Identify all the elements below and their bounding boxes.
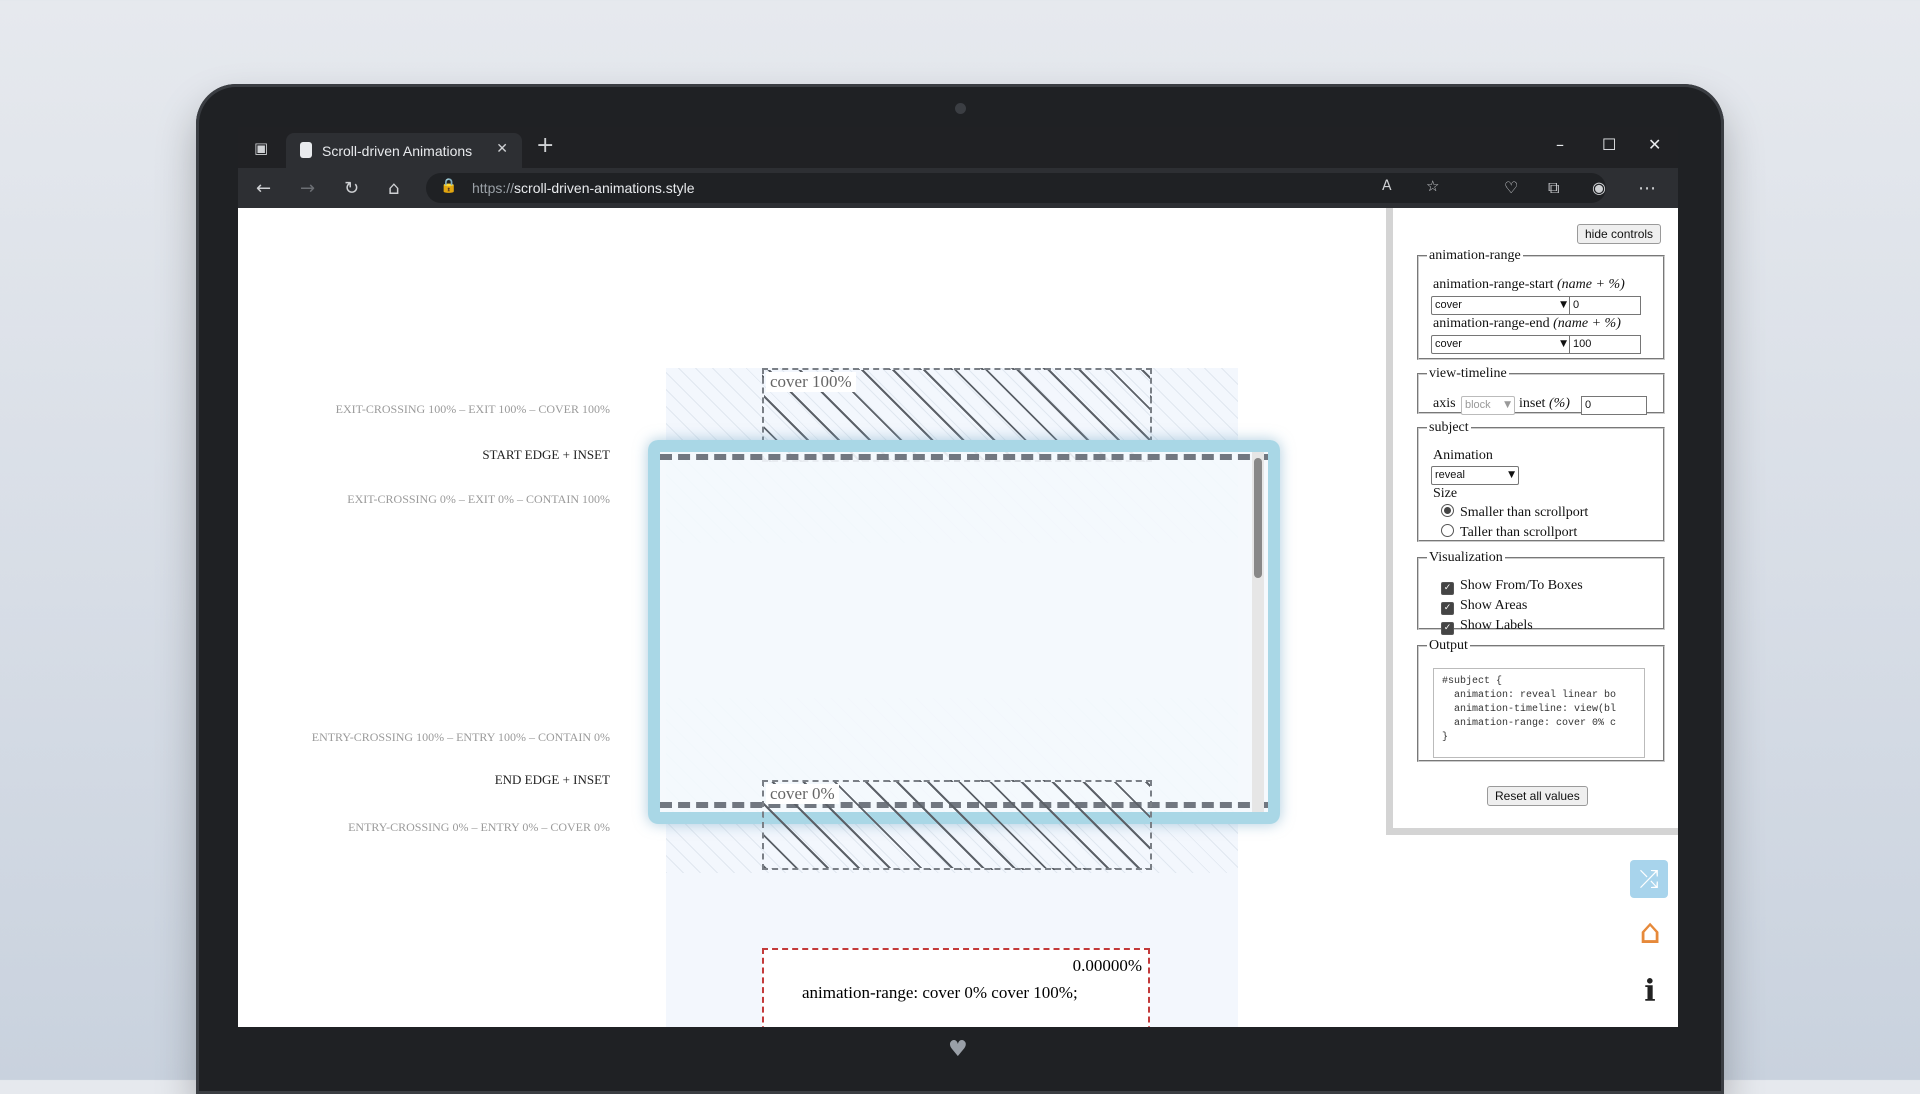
extensions-icon[interactable]: ⧉ — [1548, 178, 1559, 198]
shuffle-icon[interactable]: ⤮ — [1630, 860, 1668, 898]
axis-label: axis — [1433, 396, 1456, 411]
browser-navbar: ← → ↻ ⌂ 🔒 https://scroll-driven-animatio… — [238, 168, 1678, 208]
output-code[interactable]: #subject { animation: reveal linear bo a… — [1433, 668, 1645, 758]
favorites-icon[interactable]: ☆ — [1426, 177, 1439, 195]
chevron-down-icon: ▼ — [1560, 300, 1567, 310]
range-end-value-input[interactable]: 100 — [1569, 335, 1641, 354]
radio-unselected[interactable] — [1441, 524, 1454, 537]
more-icon[interactable]: ⋯ — [1638, 178, 1656, 199]
progress-value: 0.00000% — [1072, 956, 1142, 975]
start-edge-line — [660, 454, 1268, 460]
radio-selected[interactable] — [1441, 504, 1454, 517]
checkbox-checked-icon[interactable]: ✓ — [1441, 582, 1454, 595]
visualization-fieldset: Visualization ✓ Show From/To Boxes ✓ Show … — [1417, 550, 1665, 635]
checkbox-checked-icon[interactable]: ✓ — [1441, 602, 1454, 615]
maximize-icon[interactable]: ☐ — [1602, 135, 1616, 154]
range-start-label: animation-range-start (name + %) — [1433, 277, 1625, 292]
url-text: https://scroll-driven-animations.style — [472, 180, 695, 196]
tab-actions-icon[interactable]: ▣ — [254, 139, 268, 157]
from-box: cover 0% — [762, 780, 1152, 870]
profile-icon[interactable]: ◉ — [1592, 178, 1606, 197]
range-legend: animation-range — [1429, 248, 1521, 263]
logo-icon: ♥ — [948, 1037, 968, 1062]
read-aloud-icon[interactable]: A — [1382, 178, 1392, 194]
scrollport[interactable] — [648, 440, 1280, 824]
hide-controls-button[interactable]: hide controls — [1577, 224, 1662, 244]
label-entry-crossing-100: ENTRY-CROSSING 100% – ENTRY 100% – CONTA… — [311, 730, 610, 744]
home-icon[interactable]: ⌂ — [388, 178, 399, 199]
chevron-down-icon: ▼ — [1508, 470, 1515, 480]
inset-label: inset (%) — [1519, 396, 1570, 411]
subject-fieldset: subject Animation reveal ▼ Size Smaller t… — [1417, 420, 1665, 542]
range-end-label: animation-range-end (name + %) — [1433, 316, 1621, 331]
camera — [955, 103, 966, 114]
lock-icon[interactable]: 🔒 — [440, 178, 457, 194]
back-icon[interactable]: ← — [256, 178, 271, 199]
scrollbar-thumb[interactable] — [1254, 458, 1262, 578]
health-icon[interactable]: ♡ — [1504, 178, 1518, 197]
range-start-name-select[interactable]: cover ▼ — [1431, 296, 1571, 315]
show-areas-option[interactable]: ✓ Show Areas — [1441, 598, 1527, 615]
checkbox-checked-icon[interactable]: ✓ — [1441, 622, 1454, 635]
label-exit-crossing-0: EXIT-CROSSING 0% – EXIT 0% – CONTAIN 100… — [347, 492, 610, 506]
inset-input[interactable]: 0 — [1581, 396, 1647, 415]
range-start-value-input[interactable]: 0 — [1569, 296, 1641, 315]
show-labels-option[interactable]: ✓ Show Labels — [1441, 618, 1533, 635]
output-legend: Output — [1429, 638, 1468, 653]
timeline-legend: view-timeline — [1429, 366, 1507, 381]
size-label: Size — [1433, 486, 1458, 501]
result-box: 0.00000% animation-range: cover 0% cover… — [762, 948, 1150, 1027]
favicon — [300, 142, 312, 158]
animation-select[interactable]: reveal ▼ — [1431, 466, 1519, 485]
address-bar[interactable]: 🔒 https://scroll-driven-animations.style… — [426, 173, 1606, 203]
from-box-label: cover 0% — [766, 784, 839, 804]
label-entry-crossing-0: ENTRY-CROSSING 0% – ENTRY 0% – COVER 0% — [348, 820, 610, 834]
animation-label: Animation — [1433, 448, 1493, 463]
size-smaller-option[interactable]: Smaller than scrollport — [1441, 504, 1588, 521]
chevron-down-icon: ▼ — [1504, 400, 1511, 410]
close-icon[interactable]: ✕ — [496, 141, 508, 157]
tab-scroll-driven-animations[interactable]: Scroll-driven Animations ✕ — [286, 133, 522, 168]
timeline-fieldset: view-timeline axis block ▼ inset (%) 0 — [1417, 366, 1665, 415]
axis-select[interactable]: block ▼ — [1461, 396, 1515, 415]
refresh-icon[interactable]: ↻ — [344, 178, 359, 199]
output-fieldset: Output #subject { animation: reveal line… — [1417, 638, 1665, 762]
chevron-down-icon: ▼ — [1560, 339, 1567, 349]
range-end-name-select[interactable]: cover ▼ — [1431, 335, 1571, 354]
show-boxes-option[interactable]: ✓ Show From/To Boxes — [1441, 578, 1583, 595]
visualization-legend: Visualization — [1429, 550, 1503, 565]
size-taller-option[interactable]: Taller than scrollport — [1441, 524, 1577, 541]
screen: ▣ Scroll-driven Animations ✕ + – ☐ ✕ ← →… — [238, 127, 1678, 1027]
forward-icon[interactable]: → — [300, 178, 315, 199]
range-fieldset: animation-range animation-range-start (n… — [1417, 248, 1665, 360]
minimize-icon[interactable]: – — [1556, 135, 1564, 154]
info-icon[interactable]: i — [1630, 974, 1670, 1010]
controls-panel: hide controls animation-range animation-… — [1386, 208, 1678, 835]
label-end-edge: END EDGE + INSET — [494, 772, 610, 787]
tab-title: Scroll-driven Animations — [322, 143, 473, 159]
reset-button[interactable]: Reset all values — [1487, 786, 1588, 806]
window-close-icon[interactable]: ✕ — [1648, 135, 1661, 154]
browser-titlebar: ▣ Scroll-driven Animations ✕ + – ☐ ✕ — [238, 127, 1678, 168]
label-exit-crossing-100: EXIT-CROSSING 100% – EXIT 100% – COVER 1… — [335, 402, 610, 416]
home-house-icon[interactable]: ⌂ — [1630, 912, 1670, 952]
page-content: cover 100% cover 0% EXIT-CROSSING 100% –… — [238, 208, 1678, 1027]
result-css: animation-range: cover 0% cover 100%; — [802, 983, 1078, 1002]
new-tab-icon[interactable]: + — [536, 133, 554, 158]
label-start-edge: START EDGE + INSET — [482, 447, 610, 462]
to-box-label: cover 100% — [766, 372, 856, 392]
subject-legend: subject — [1429, 420, 1469, 435]
